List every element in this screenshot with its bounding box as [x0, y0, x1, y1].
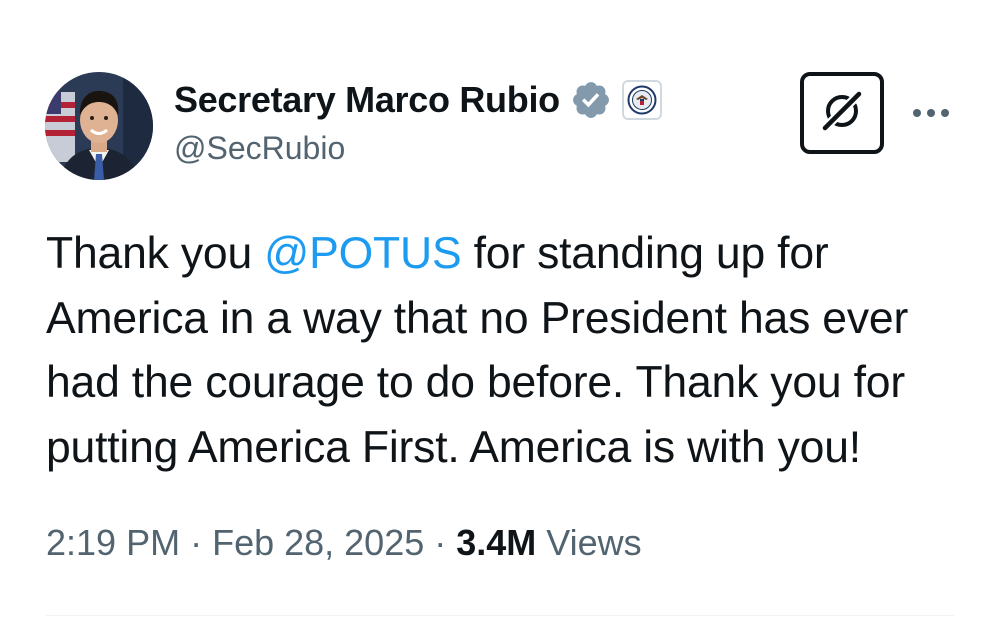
- tweet-text-line: America in a way that no President has e…: [46, 293, 909, 343]
- tweet-text-line: had the courage to do before. Thank you …: [46, 358, 905, 407]
- tweet-date: Feb 28, 2025: [212, 522, 425, 563]
- views-link[interactable]: 3.4M Views: [456, 522, 641, 564]
- tweet-text-segment: Thank you: [46, 229, 265, 278]
- tweet-time: 2:19 PM: [46, 522, 181, 563]
- state-department-seal-icon[interactable]: [621, 80, 662, 120]
- author-display-name[interactable]: Secretary Marco Rubio: [174, 79, 560, 121]
- more-dot: [913, 109, 921, 117]
- tweet-metadata: 2:19 PM · Feb 28, 2025 · 3.4M Views: [46, 522, 642, 564]
- tweet-text-line: putting America First. America is with y…: [46, 422, 861, 472]
- avatar[interactable]: [45, 72, 153, 180]
- divider: [46, 615, 954, 616]
- author-handle[interactable]: @SecRubio: [174, 130, 345, 167]
- tweet-container: Secretary Marco Rubio @SecRubio Thank yo…: [0, 0, 1000, 620]
- more-dot: [941, 109, 949, 117]
- tweet-text-segment: for standing up for: [461, 229, 829, 278]
- tweet-text: Thank you @POTUS for standing up for Ame…: [46, 222, 976, 480]
- views-count: 3.4M: [456, 522, 537, 563]
- author-name-row: Secretary Marco Rubio: [174, 76, 662, 124]
- verified-badge-icon[interactable]: [570, 79, 612, 121]
- mention-link[interactable]: @POTUS: [264, 229, 461, 278]
- grok-button[interactable]: [800, 72, 884, 154]
- meta-separator: ·: [190, 522, 203, 563]
- grok-icon: [815, 84, 869, 143]
- more-dot: [927, 109, 935, 117]
- timestamp-link[interactable]: 2:19 PM · Feb 28, 2025: [46, 522, 424, 564]
- tweet-text-line: Thank you @POTUS for standing up for: [46, 222, 976, 287]
- meta-separator: ·: [434, 522, 447, 563]
- more-options-button[interactable]: [906, 98, 956, 128]
- views-label: Views: [546, 522, 642, 563]
